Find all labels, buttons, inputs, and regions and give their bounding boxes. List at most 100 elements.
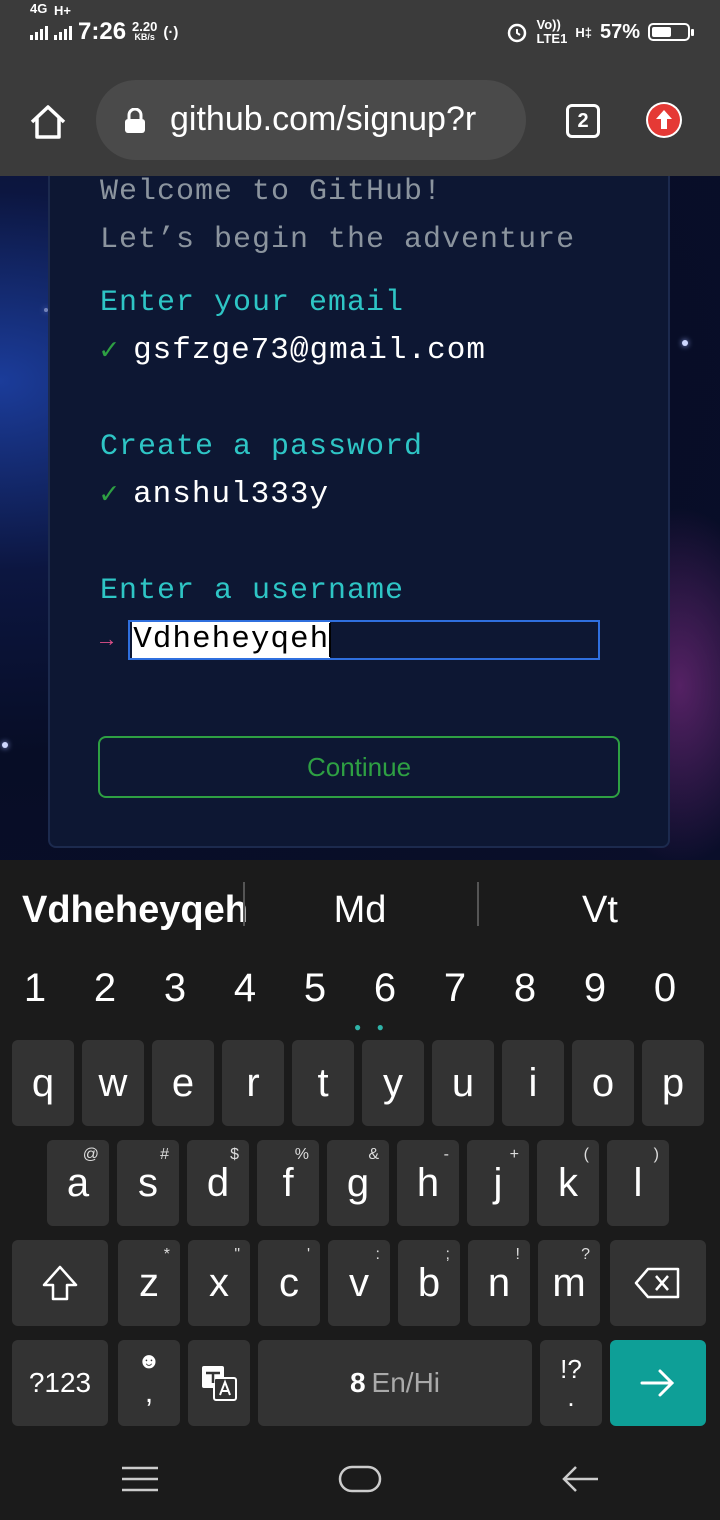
key-alt-label: *: [163, 1246, 170, 1263]
lock-icon: [125, 108, 145, 133]
username-row: → Vdheheyqeh: [100, 620, 601, 660]
tab-switcher-button[interactable]: 2: [566, 104, 600, 138]
key-alt-label: ;: [445, 1246, 450, 1263]
hotspot-icon: (·): [163, 23, 179, 41]
key-l[interactable]: l): [607, 1140, 669, 1226]
emoji-comma-key[interactable]: ☻ ,: [118, 1340, 180, 1426]
key-z[interactable]: z *: [118, 1240, 180, 1326]
recent-apps-icon[interactable]: [120, 1464, 160, 1494]
key-w[interactable]: w: [82, 1040, 144, 1126]
email-row[interactable]: ✓ gsfzge73@gmail.com: [100, 332, 486, 369]
key-a[interactable]: a @: [47, 1140, 109, 1226]
key-label: f: [282, 1160, 294, 1205]
key-k[interactable]: k(: [537, 1140, 599, 1226]
suggestion-bar: Vdheheyqeh Md Vt: [0, 860, 720, 960]
check-icon: ✓: [100, 479, 120, 513]
key-b[interactable]: b;: [398, 1240, 460, 1326]
enter-key[interactable]: [610, 1340, 706, 1426]
key-label: z: [139, 1260, 159, 1305]
update-icon[interactable]: [646, 102, 682, 138]
key-p[interactable]: p: [642, 1040, 704, 1126]
symbols-key[interactable]: ?123: [12, 1340, 108, 1426]
home-icon[interactable]: [28, 102, 68, 142]
number-key[interactable]: 1: [0, 966, 70, 1011]
key-alt-label: @: [82, 1146, 99, 1163]
emoji-icon: ☻: [137, 1348, 161, 1373]
browser-toolbar: github.com/signup?r 2: [0, 64, 720, 176]
key-alt-label: &: [368, 1146, 379, 1163]
number-key[interactable]: 8: [490, 966, 560, 1011]
number-row: 1234567890: [0, 966, 720, 1011]
key-s[interactable]: s #: [117, 1140, 179, 1226]
number-key[interactable]: 3: [140, 966, 210, 1011]
network-4g: 4G: [30, 2, 48, 46]
continue-button[interactable]: Continue: [98, 736, 620, 798]
key-e[interactable]: e: [152, 1040, 214, 1126]
username-input[interactable]: Vdheheyqeh: [128, 620, 601, 660]
suggestion-2[interactable]: Md: [240, 889, 480, 932]
net-speed-unit: KB/s: [134, 32, 155, 42]
key-f[interactable]: f%: [257, 1140, 319, 1226]
key-r[interactable]: r: [222, 1040, 284, 1126]
number-key[interactable]: 2: [70, 966, 140, 1011]
number-key[interactable]: 6: [350, 966, 420, 1011]
key-u[interactable]: u: [432, 1040, 494, 1126]
punctuation-key[interactable]: !? .: [540, 1340, 602, 1426]
password-row[interactable]: ✓ anshul333y: [100, 476, 329, 513]
key-label: l: [633, 1160, 643, 1205]
key-alt-label: %: [294, 1146, 309, 1163]
key-label: v: [349, 1260, 369, 1305]
suggestion-3[interactable]: Vt: [480, 889, 720, 932]
key-c[interactable]: c ': [258, 1240, 320, 1326]
key-o[interactable]: o: [572, 1040, 634, 1126]
key-label: m: [552, 1260, 586, 1305]
net-speed: 2.20 KB/s: [132, 19, 158, 43]
shift-key[interactable]: [12, 1240, 108, 1326]
number-key[interactable]: 0: [630, 966, 700, 1011]
key-v[interactable]: v:: [328, 1240, 390, 1326]
key-i[interactable]: i: [502, 1040, 564, 1126]
url-bar[interactable]: github.com/signup?r: [96, 80, 526, 160]
backspace-key[interactable]: [610, 1240, 706, 1326]
lte-label: LTE1: [536, 31, 568, 46]
home-nav-icon[interactable]: [338, 1464, 382, 1494]
suggestion-1[interactable]: Vdheheyqeh: [0, 889, 248, 932]
welcome-subtitle: Let’s begin the adventure: [100, 223, 576, 257]
battery-fill: [652, 27, 672, 37]
key-label: a: [66, 1160, 90, 1205]
key-alt-label: $: [230, 1146, 239, 1163]
translate-icon: [202, 1366, 237, 1401]
key-n[interactable]: n!: [468, 1240, 530, 1326]
number-key[interactable]: 4: [210, 966, 280, 1011]
comma-label: ,: [144, 1376, 154, 1409]
status-bar: 4G H+ 7:26 2.20 KB/s (·) Vo)) LTE1 H‡ 57…: [0, 0, 720, 64]
email-value[interactable]: gsfzge73@gmail.com: [133, 333, 486, 368]
back-icon[interactable]: [560, 1464, 600, 1494]
key-m[interactable]: m?: [538, 1240, 600, 1326]
number-key[interactable]: 5: [280, 966, 350, 1011]
clock: 7:26: [78, 18, 127, 45]
number-key[interactable]: 7: [420, 966, 490, 1011]
key-label: h: [416, 1160, 440, 1205]
key-h[interactable]: h-: [397, 1140, 459, 1226]
navigation-bar: [0, 1440, 720, 1520]
net-speed-value: 2.20: [132, 19, 158, 34]
space-key[interactable]: 8 En/Hi: [258, 1340, 532, 1426]
key-t[interactable]: t: [292, 1040, 354, 1126]
key-alt-label: :: [375, 1246, 380, 1263]
key-y[interactable]: y: [362, 1040, 424, 1126]
signal-icon: [30, 25, 48, 40]
key-j[interactable]: j +: [467, 1140, 529, 1226]
suggestion-divider: [477, 882, 479, 926]
welcome-text: Welcome to GitHub! Let’s begin the adven…: [100, 176, 575, 264]
period-label: .: [567, 1382, 575, 1412]
backspace-icon: [634, 1267, 680, 1299]
password-value[interactable]: anshul333y: [133, 477, 329, 512]
key-q[interactable]: q: [12, 1040, 74, 1126]
key-x[interactable]: x ": [188, 1240, 250, 1326]
key-d[interactable]: d $: [187, 1140, 249, 1226]
url-text[interactable]: github.com/signup?r: [170, 100, 476, 139]
key-g[interactable]: g &: [327, 1140, 389, 1226]
number-key[interactable]: 9: [560, 966, 630, 1011]
translate-key[interactable]: [188, 1340, 250, 1426]
